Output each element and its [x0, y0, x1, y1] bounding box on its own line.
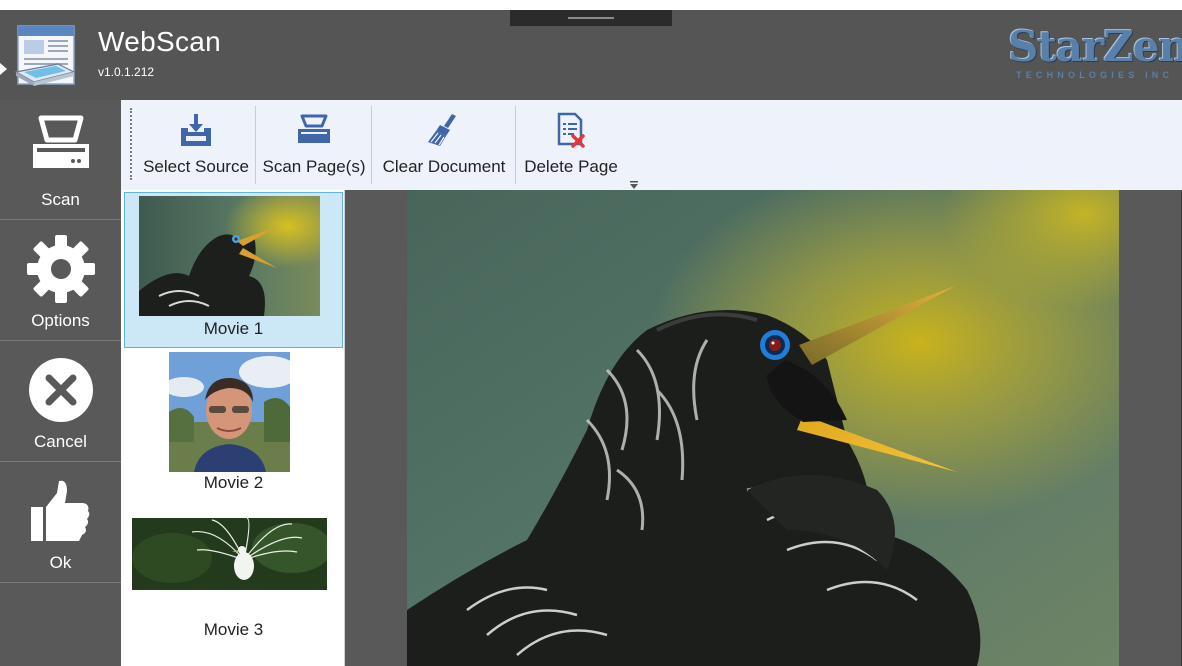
toolbar-grip[interactable]	[130, 108, 132, 180]
top-strip	[0, 0, 1182, 10]
toolbar-divider	[371, 106, 372, 184]
page-thumbnail[interactable]: Movie 3	[124, 506, 343, 666]
app-window: WebScan v1.0.1.212 StarZen TECHNOLOGIES …	[0, 10, 1182, 666]
page-preview-image[interactable]	[407, 190, 1119, 666]
brand-logo: StarZen TECHNOLOGIES INC	[1008, 22, 1182, 86]
toolbar-overflow-chevron-icon[interactable]	[628, 180, 640, 190]
select-source-button[interactable]: Select Source	[137, 100, 255, 190]
brand-name: StarZen	[1008, 22, 1182, 71]
nav-label: Options	[31, 311, 90, 330]
page-thumbnails-panel: Movie 1 Movie 2 Movie 3	[121, 190, 345, 666]
page-thumbnail[interactable]: Movie 2	[124, 350, 343, 500]
page-thumbnail[interactable]: Movie 1	[124, 192, 343, 348]
app-title: WebScan	[98, 26, 221, 57]
scanner-icon	[33, 115, 89, 168]
nav-label: Ok	[49, 553, 72, 572]
nav-scan-button[interactable]: Scan	[0, 100, 121, 220]
command-toolbar: Select Source Scan Page(s) Clear Documen…	[121, 100, 1182, 190]
nav-cancel-button[interactable]: Cancel	[0, 342, 121, 462]
delete-page-icon	[557, 112, 585, 148]
nav-ok-button[interactable]: Ok	[0, 463, 121, 583]
pointer-cursor-icon	[0, 63, 7, 75]
side-nav: Scan Options Cancel Ok	[0, 100, 121, 666]
thumbs-up-icon	[31, 480, 90, 541]
delete-page-label: Delete Page	[524, 157, 618, 176]
thumbnail-label: Movie 2	[203, 473, 264, 492]
thumbnail-label: Movie 1	[203, 319, 264, 338]
app-version: v1.0.1.212	[98, 65, 155, 79]
nav-options-button[interactable]: Options	[0, 221, 121, 341]
portrait-thumbnail-image	[169, 352, 290, 472]
nav-label: Cancel	[34, 432, 87, 451]
window-drag-handle[interactable]	[510, 10, 672, 26]
toolbar-divider	[515, 106, 516, 184]
bird-thumbnail-image	[139, 196, 320, 316]
select-source-label: Select Source	[143, 157, 249, 176]
egret-thumbnail-image	[132, 518, 327, 590]
delete-page-button[interactable]: Delete Page	[518, 100, 624, 190]
brand-subtitle: TECHNOLOGIES INC	[1016, 70, 1174, 80]
download-tray-icon	[181, 114, 211, 146]
gear-icon	[27, 235, 95, 303]
scanner-icon	[298, 114, 330, 143]
page-preview-area	[346, 190, 1181, 666]
scan-pages-button[interactable]: Scan Page(s)	[258, 100, 370, 190]
toolbar-divider	[255, 106, 256, 184]
nav-label: Scan	[41, 190, 80, 209]
broom-icon	[428, 114, 456, 146]
close-circle-icon	[29, 358, 93, 422]
scan-pages-label: Scan Page(s)	[262, 157, 366, 176]
clear-document-label: Clear Document	[382, 157, 506, 176]
clear-document-button[interactable]: Clear Document	[374, 100, 514, 190]
webscan-app-icon	[14, 25, 76, 86]
thumbnail-label: Movie 3	[203, 620, 264, 639]
